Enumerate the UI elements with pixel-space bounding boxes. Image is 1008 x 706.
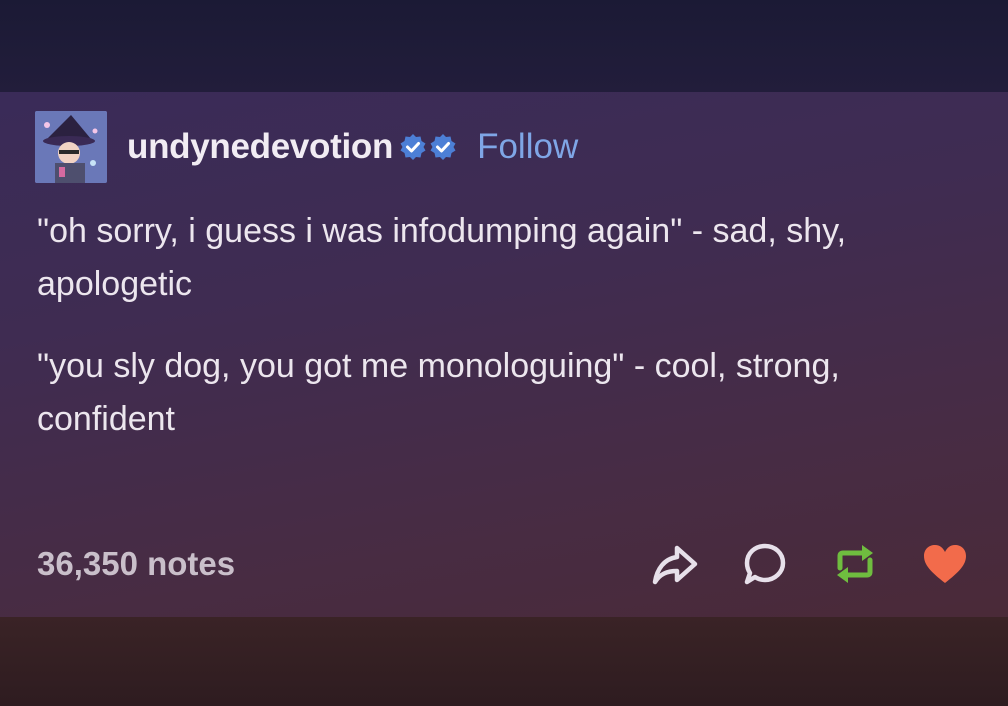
notes-count[interactable]: 36,350 notes <box>37 545 235 583</box>
post-header: undynedevotion Follow <box>35 110 578 184</box>
like-button[interactable] <box>918 539 972 589</box>
verified-badges <box>399 133 457 161</box>
top-background <box>0 0 1008 92</box>
verified-badge-icon <box>430 134 456 160</box>
post-paragraph: "you sly dog, you got me monologuing" - … <box>37 347 840 438</box>
avatar-image <box>35 111 107 183</box>
reblog-icon <box>837 545 873 583</box>
reply-button[interactable] <box>738 539 792 589</box>
post-paragraph: "oh sorry, i guess i was infodumping aga… <box>37 212 847 303</box>
post-actions <box>648 539 972 589</box>
verified-badge-icon <box>400 134 426 160</box>
username[interactable]: undynedevotion <box>127 127 393 167</box>
reblog-button[interactable] <box>828 539 882 589</box>
post-footer: 36,350 notes <box>37 538 972 590</box>
share-arrow-icon <box>652 545 698 585</box>
heart-icon <box>924 545 966 583</box>
follow-button[interactable]: Follow <box>477 127 578 167</box>
avatar[interactable] <box>35 111 107 183</box>
reply-bubble-icon <box>744 543 786 585</box>
bottom-background <box>0 617 1008 706</box>
post-body: "oh sorry, i guess i was infodumping aga… <box>37 205 957 475</box>
share-button[interactable] <box>648 539 702 589</box>
